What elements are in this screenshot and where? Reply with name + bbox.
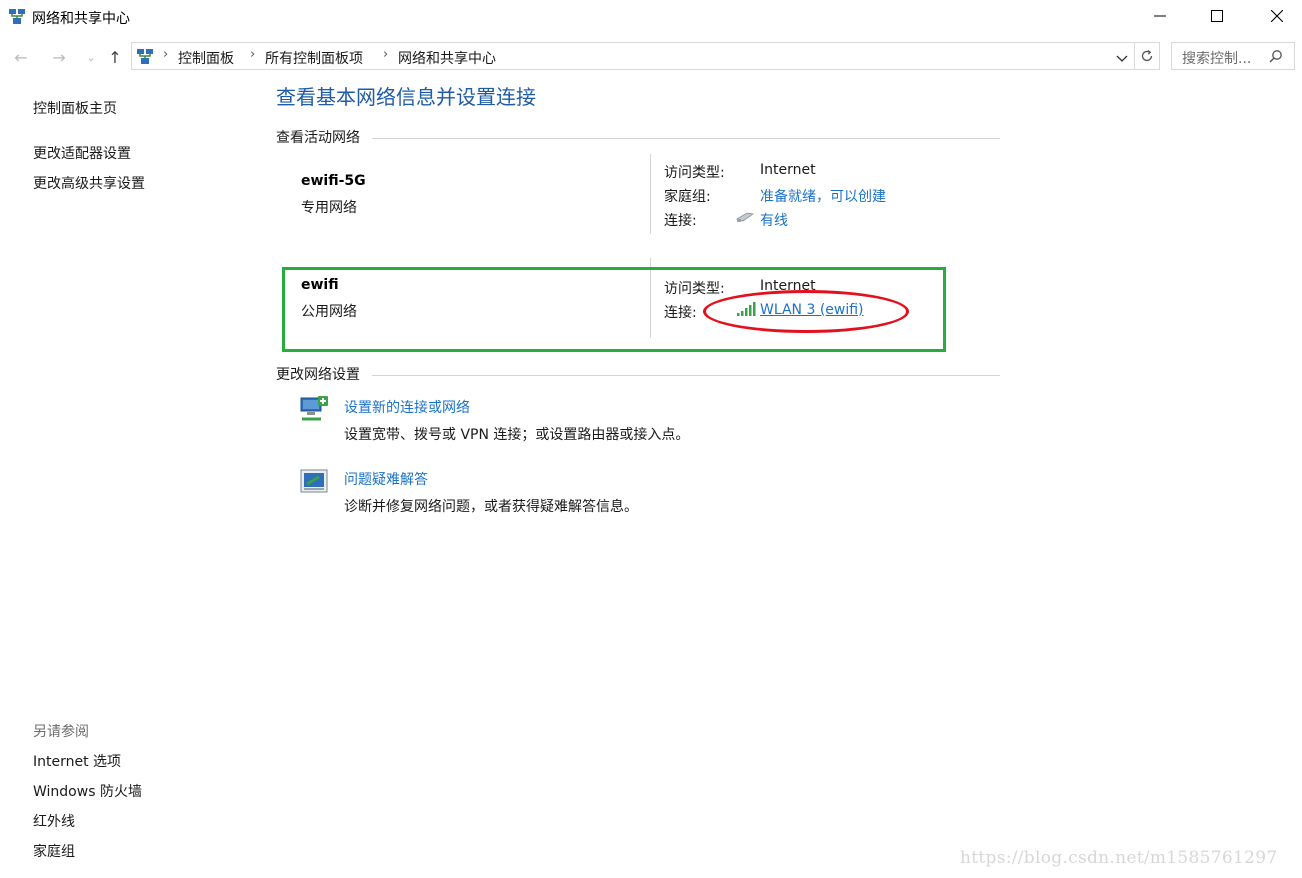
see-also-internet-options[interactable]: Internet 选项	[33, 751, 121, 771]
access-type-label: 访问类型:	[664, 165, 725, 181]
address-bar[interactable]: › 控制面板 › 所有控制面板项 › 网络和共享中心	[131, 42, 1135, 70]
title-bar: 网络和共享中心	[0, 0, 1302, 34]
maximize-button[interactable]	[1194, 0, 1240, 32]
close-button[interactable]	[1254, 0, 1300, 32]
navigation-bar: ← → ⌄ ↑ › 控制面板 › 所有控制面板项 › 网络和共享中心 搜索控制.…	[0, 40, 1302, 72]
breadcrumb-control-panel[interactable]: 控制面板	[178, 48, 234, 68]
new-connection-icon	[299, 395, 331, 425]
maximize-icon	[1211, 10, 1223, 22]
network-name: ewifi-5G	[301, 173, 366, 189]
minimize-button[interactable]	[1137, 0, 1183, 32]
search-icon[interactable]	[1269, 49, 1283, 67]
up-button[interactable]: ↑	[104, 46, 126, 68]
access-type-value: Internet	[760, 162, 816, 178]
homegroup-label: 家庭组:	[664, 189, 711, 205]
recent-locations-button[interactable]: ⌄	[80, 46, 102, 68]
watermark: https://blog.csdn.net/m1585761297	[960, 848, 1278, 868]
ethernet-icon	[735, 210, 755, 228]
forward-arrow-icon: →	[52, 47, 66, 67]
see-also-heading: 另请参阅	[33, 724, 89, 740]
see-also-windows-firewall[interactable]: Windows 防火墙	[33, 781, 142, 801]
search-placeholder: 搜索控制...	[1182, 51, 1252, 67]
address-dropdown-icon[interactable]	[1116, 51, 1128, 67]
back-arrow-icon: ←	[14, 47, 28, 67]
up-arrow-icon: ↑	[108, 47, 122, 67]
troubleshoot-link[interactable]: 问题疑难解答	[344, 469, 428, 489]
setup-connection-link[interactable]: 设置新的连接或网络	[344, 397, 470, 417]
active-networks-heading: 查看活动网络	[276, 130, 360, 146]
breadcrumb-chevron-icon[interactable]: ›	[383, 47, 388, 62]
section-divider	[372, 375, 1000, 376]
breadcrumb-chevron-icon[interactable]: ›	[250, 47, 255, 62]
change-settings-heading: 更改网络设置	[276, 367, 360, 383]
troubleshoot-description: 诊断并修复网络问题，或者获得疑难解答信息。	[344, 499, 638, 515]
recent-chevron-icon: ⌄	[86, 50, 96, 64]
sidebar-item-advanced-sharing[interactable]: 更改高级共享设置	[33, 173, 145, 193]
close-icon	[1271, 10, 1283, 22]
refresh-icon	[1141, 49, 1153, 62]
refresh-button[interactable]	[1135, 42, 1160, 70]
window-title: 网络和共享中心	[32, 11, 130, 27]
section-divider	[372, 138, 1000, 139]
sidebar-item-change-adapter[interactable]: 更改适配器设置	[33, 143, 131, 163]
forward-button[interactable]: →	[48, 46, 70, 68]
minimize-icon	[1154, 15, 1166, 17]
breadcrumb-network-center[interactable]: 网络和共享中心	[398, 48, 496, 68]
breadcrumb-all-items[interactable]: 所有控制面板项	[265, 48, 363, 68]
homegroup-link[interactable]: 准备就绪，可以创建	[760, 186, 886, 206]
setup-connection-description: 设置宽带、拨号或 VPN 连接；或设置路由器或接入点。	[344, 427, 690, 443]
back-button[interactable]: ←	[10, 46, 32, 68]
sidebar-item-control-panel-home[interactable]: 控制面板主页	[33, 98, 117, 118]
see-also-infrared[interactable]: 红外线	[33, 811, 75, 831]
breadcrumb-chevron-icon: ›	[163, 47, 169, 62]
search-input[interactable]: 搜索控制...	[1171, 42, 1295, 70]
connection-label: 连接:	[664, 213, 697, 229]
network-center-icon	[8, 8, 26, 26]
highlight-ellipse	[703, 290, 909, 333]
see-also-homegroup[interactable]: 家庭组	[33, 841, 75, 861]
network-center-icon	[136, 48, 154, 66]
troubleshoot-icon	[299, 467, 331, 497]
network-divider	[650, 154, 651, 234]
wired-connection-link[interactable]: 有线	[760, 210, 788, 230]
network-category: 专用网络	[301, 200, 357, 216]
page-title: 查看基本网络信息并设置连接	[276, 85, 536, 109]
